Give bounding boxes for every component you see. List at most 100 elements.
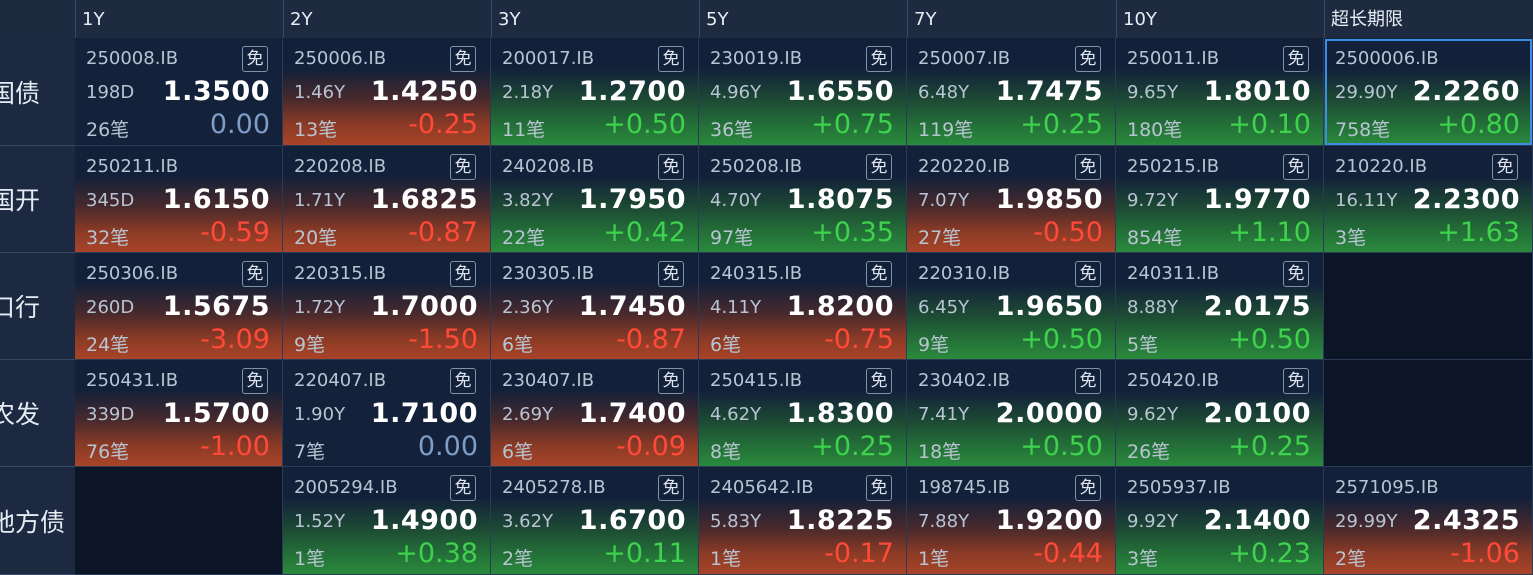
yield-change: -0.59: [200, 217, 270, 248]
bond-quote-cell[interactable]: 2571095.IB 29.99Y 2.4325 2笔 -1.06: [1324, 467, 1533, 575]
bond-quote-cell[interactable]: 220315.IB 免 1.72Y 1.7000 9笔 -1.50: [283, 253, 491, 360]
yield-value: 2.0100: [1203, 398, 1311, 429]
remaining-term: 4.11Y: [710, 297, 762, 318]
tax-exempt-badge: 免: [1075, 154, 1101, 180]
tax-exempt-badge: 免: [658, 368, 684, 394]
bond-quote-cell[interactable]: 250431.IB 免 339D 1.5700 76笔 -1.00: [75, 360, 283, 467]
yield-change: +0.25: [1020, 109, 1103, 140]
trade-count: 6笔: [502, 334, 534, 356]
bond-quote-cell[interactable]: 240315.IB 免 4.11Y 1.8200 6笔 -0.75: [699, 253, 907, 360]
row-label[interactable]: 国债: [0, 38, 75, 146]
column-header[interactable]: 10Y: [1116, 0, 1324, 38]
bond-quote-cell[interactable]: 2005294.IB 免 1.52Y 1.4900 1笔 +0.38: [283, 467, 491, 575]
tax-exempt-badge: 免: [450, 261, 476, 287]
yield-value: 1.2700: [578, 76, 686, 107]
bond-code: 230407.IB: [502, 370, 595, 391]
tax-exempt-badge: 免: [866, 46, 892, 72]
bond-quote-cell[interactable]: 230019.IB 免 4.96Y 1.6550 36笔 +0.75: [699, 38, 907, 146]
trade-count: 3笔: [1335, 227, 1367, 249]
bond-quote-cell[interactable]: 250211.IB 345D 1.6150 32笔 -0.59: [75, 146, 283, 253]
bond-code: 250420.IB: [1127, 370, 1220, 391]
tax-exempt-badge: 免: [866, 261, 892, 287]
bond-code: 240311.IB: [1127, 263, 1220, 284]
trade-count: 9笔: [918, 334, 950, 356]
column-header[interactable]: 7Y: [907, 0, 1116, 38]
column-header[interactable]: 1Y: [75, 0, 283, 38]
yield-change: -1.06: [1450, 538, 1520, 569]
bond-code: 250011.IB: [1127, 48, 1220, 69]
bond-quote-cell[interactable]: 240208.IB 免 3.82Y 1.7950 22笔 +0.42: [491, 146, 699, 253]
bond-quote-cell[interactable]: 198745.IB 免 7.88Y 1.9200 1笔 -0.44: [907, 467, 1116, 575]
yield-change: +0.80: [1437, 109, 1520, 140]
yield-value: 1.5675: [162, 291, 270, 322]
bond-quote-cell[interactable]: 200017.IB 免 2.18Y 1.2700 11笔 +0.50: [491, 38, 699, 146]
yield-change: -0.17: [824, 538, 894, 569]
bond-quote-cell[interactable]: 250006.IB 免 1.46Y 1.4250 13笔 -0.25: [283, 38, 491, 146]
tax-exempt-badge: 免: [450, 46, 476, 72]
bond-code: 200017.IB: [502, 48, 595, 69]
yield-value: 1.8300: [786, 398, 894, 429]
yield-change: +0.50: [1020, 324, 1103, 355]
yield-value: 1.8200: [786, 291, 894, 322]
trade-count: 97笔: [710, 227, 754, 249]
bond-quote-cell[interactable]: 220310.IB 免 6.45Y 1.9650 9笔 +0.50: [907, 253, 1116, 360]
remaining-term: 5.83Y: [710, 511, 762, 532]
bond-code: 220208.IB: [294, 156, 387, 177]
row-label[interactable]: 农发: [0, 360, 75, 467]
yield-change: -3.09: [200, 324, 270, 355]
yield-value: 1.9770: [1203, 184, 1311, 215]
yield-change: 0.00: [417, 431, 478, 462]
tax-exempt-badge: 免: [1075, 368, 1101, 394]
bond-quote-cell[interactable]: 2405642.IB 免 5.83Y 1.8225 1笔 -0.17: [699, 467, 907, 575]
bond-code: 2571095.IB: [1335, 477, 1439, 498]
row-label[interactable]: 口行: [0, 253, 75, 360]
bond-quote-cell[interactable]: 250008.IB 免 198D 1.3500 26笔 0.00: [75, 38, 283, 146]
yield-change: +0.42: [603, 217, 686, 248]
bond-quote-cell[interactable]: 250306.IB 免 260D 1.5675 24笔 -3.09: [75, 253, 283, 360]
remaining-term: 8.88Y: [1127, 297, 1179, 318]
row-label[interactable]: 地方债: [0, 467, 75, 575]
yield-value: 1.6700: [578, 505, 686, 536]
trade-count: 7笔: [294, 441, 326, 463]
yield-value: 2.2260: [1412, 76, 1520, 107]
bond-quote-cell[interactable]: 250415.IB 免 4.62Y 1.8300 8笔 +0.25: [699, 360, 907, 467]
bond-quote-cell[interactable]: 2505937.IB 9.92Y 2.1400 3笔 +0.23: [1116, 467, 1324, 575]
bond-quote-cell[interactable]: 240311.IB 免 8.88Y 2.0175 5笔 +0.50: [1116, 253, 1324, 360]
column-header[interactable]: 3Y: [491, 0, 699, 38]
bond-code: 198745.IB: [918, 477, 1011, 498]
bond-quote-cell[interactable]: 220208.IB 免 1.71Y 1.6825 20笔 -0.87: [283, 146, 491, 253]
bond-quote-cell[interactable]: 2405278.IB 免 3.62Y 1.6700 2笔 +0.11: [491, 467, 699, 575]
bond-quote-cell[interactable]: 230402.IB 免 7.41Y 2.0000 18笔 +0.50: [907, 360, 1116, 467]
bond-quote-cell[interactable]: 250208.IB 免 4.70Y 1.8075 97笔 +0.35: [699, 146, 907, 253]
column-header[interactable]: 2Y: [283, 0, 491, 38]
bond-quote-cell[interactable]: 250007.IB 免 6.48Y 1.7475 119笔 +0.25: [907, 38, 1116, 146]
trade-count: 13笔: [294, 119, 338, 141]
bond-quote-cell[interactable]: 2500006.IB 29.90Y 2.2260 758笔 +0.80: [1324, 38, 1533, 146]
column-header[interactable]: 超长期限: [1324, 0, 1533, 38]
row-label-text: 地方债: [0, 507, 66, 537]
tax-exempt-badge: 免: [242, 368, 268, 394]
bond-quote-cell[interactable]: 250011.IB 免 9.65Y 1.8010 180笔 +0.10: [1116, 38, 1324, 146]
tax-exempt-badge: 免: [450, 475, 476, 501]
yield-value: 1.8075: [786, 184, 894, 215]
bond-quote-cell[interactable]: 230305.IB 免 2.36Y 1.7450 6笔 -0.87: [491, 253, 699, 360]
bond-quote-cell[interactable]: 210220.IB 免 16.11Y 2.2300 3笔 +1.63: [1324, 146, 1533, 253]
yield-value: 1.5700: [162, 398, 270, 429]
tax-exempt-badge: 免: [1283, 46, 1309, 72]
trade-count: 2笔: [1335, 548, 1367, 570]
trade-count: 758笔: [1335, 119, 1391, 141]
row-label[interactable]: 国开: [0, 146, 75, 253]
bond-quote-cell[interactable]: 230407.IB 免 2.69Y 1.7400 6笔 -0.09: [491, 360, 699, 467]
bond-quote-cell[interactable]: 220220.IB 免 7.07Y 1.9850 27笔 -0.50: [907, 146, 1116, 253]
bond-quote-cell[interactable]: 250215.IB 免 9.72Y 1.9770 854笔 +1.10: [1116, 146, 1324, 253]
yield-change: +0.11: [603, 538, 686, 569]
yield-change: +0.23: [1228, 538, 1311, 569]
bond-code: 220310.IB: [918, 263, 1011, 284]
yield-value: 1.9650: [995, 291, 1103, 322]
yield-value: 1.8225: [786, 505, 894, 536]
remaining-term: 7.07Y: [918, 190, 970, 211]
remaining-term: 2.18Y: [502, 82, 554, 103]
column-header[interactable]: 5Y: [699, 0, 907, 38]
bond-quote-cell[interactable]: 220407.IB 免 1.90Y 1.7100 7笔 0.00: [283, 360, 491, 467]
bond-quote-cell[interactable]: 250420.IB 免 9.62Y 2.0100 26笔 +0.25: [1116, 360, 1324, 467]
